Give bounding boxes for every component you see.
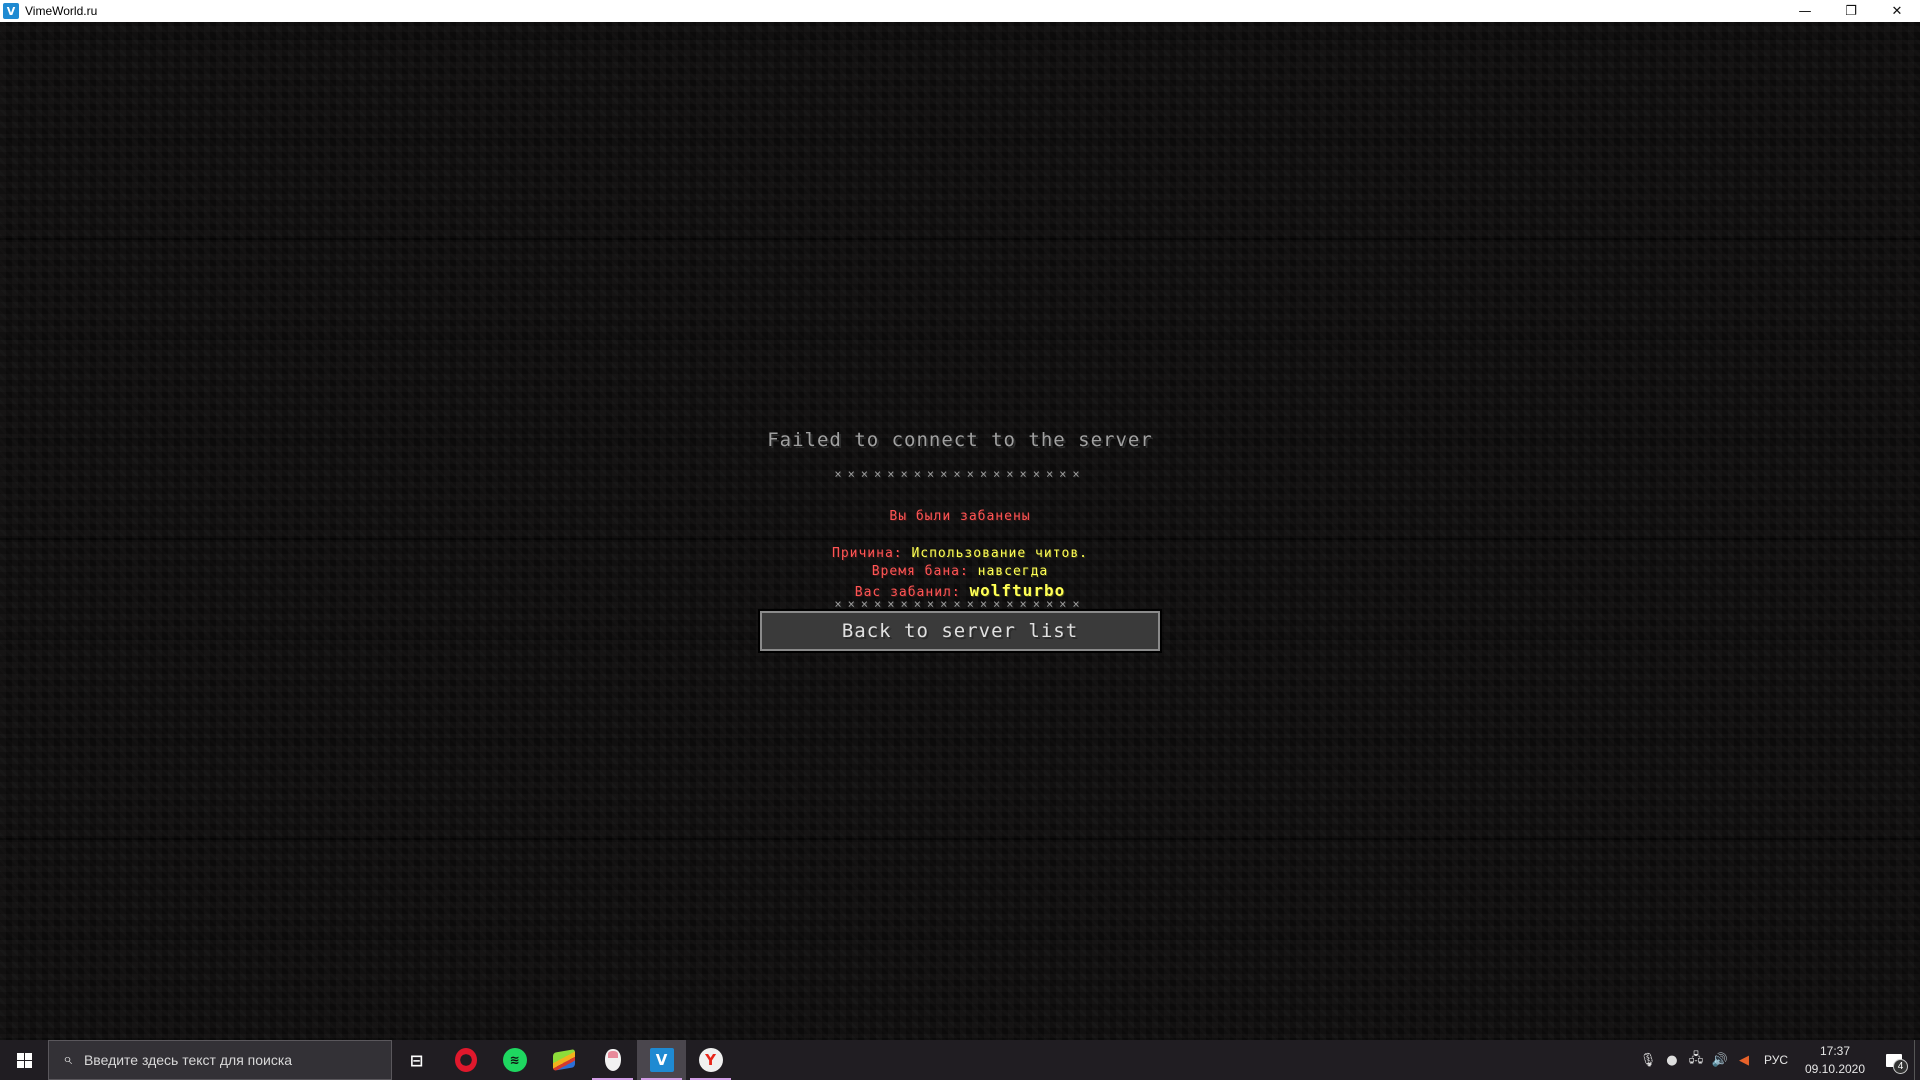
volume-icon[interactable]: 🔊 (1708, 1040, 1732, 1080)
microphone-muted-icon[interactable]: 🎙 (1636, 1040, 1660, 1080)
banned-message: Вы были забанены (889, 509, 1031, 524)
restore-button[interactable]: ❐ (1828, 0, 1874, 22)
input-language[interactable]: РУС (1756, 1053, 1796, 1067)
bluestacks-icon (552, 1049, 575, 1071)
spotify-icon: ≋ (502, 1048, 527, 1072)
speaker-app-icon[interactable]: ◀ (1732, 1040, 1756, 1080)
network-icon[interactable]: 🖧 (1684, 1040, 1708, 1080)
ban-duration-line: Время бана: навсегда (0, 564, 1920, 579)
window-titlebar: V VimeWorld.ru — ❐ ✕ (0, 0, 1920, 22)
vimeworld-app-icon: V (3, 3, 19, 19)
ban-reason-line: Причина: Использование читов. (0, 546, 1920, 561)
taskbar-opera[interactable] (441, 1040, 490, 1080)
ban-duration-label: Время бана: (871, 564, 969, 579)
separator-top: ××××××××××××××××××× (834, 467, 1086, 481)
clock[interactable]: 17:37 09.10.2020 (1796, 1042, 1874, 1078)
taskbar: ⌕ Введите здесь текст для поиска ⊟ ≋ V Y… (0, 1040, 1920, 1080)
action-center-button[interactable]: 4 (1874, 1040, 1914, 1080)
taskbar-search-box[interactable]: ⌕ Введите здесь текст для поиска (48, 1040, 392, 1080)
ban-reason-value: Использование читов. (911, 546, 1088, 561)
game-viewport: Failed to connect to the server ××××××××… (0, 22, 1920, 1040)
yandex-icon: Y (698, 1048, 723, 1072)
mouse-icon (604, 1049, 621, 1071)
ban-reason-label: Причина: (832, 546, 903, 561)
windows-logo-icon (16, 1052, 32, 1068)
mouse-tray-icon[interactable]: ● (1660, 1040, 1684, 1080)
search-placeholder: Введите здесь текст для поиска (83, 1052, 293, 1068)
taskbar-vimeworld[interactable]: V (637, 1040, 686, 1080)
taskbar-task-view[interactable]: ⊟ (392, 1040, 441, 1080)
taskbar-mouse-app[interactable] (588, 1040, 637, 1080)
separator-bottom: ××××××××××××××××××× (834, 597, 1086, 611)
window-title: VimeWorld.ru (25, 4, 98, 18)
system-tray: 🎙 ● 🖧 🔊 ◀ РУС 17:37 09.10.2020 4 (1636, 1040, 1920, 1080)
show-desktop-button[interactable] (1914, 1040, 1920, 1080)
back-to-server-list-button[interactable]: Back to server list (758, 609, 1162, 653)
vimeworld-icon: V (649, 1048, 674, 1072)
start-button[interactable] (0, 1040, 48, 1080)
close-button[interactable]: ✕ (1874, 0, 1920, 22)
minimize-button[interactable]: — (1782, 0, 1828, 22)
clock-time: 17:37 (1819, 1044, 1851, 1058)
search-icon: ⌕ (63, 1051, 72, 1068)
task-view-icon: ⊟ (409, 1050, 424, 1070)
taskbar-bluestacks[interactable] (539, 1040, 588, 1080)
clock-date: 09.10.2020 (1804, 1062, 1866, 1076)
opera-icon (454, 1048, 477, 1072)
taskbar-spotify[interactable]: ≋ (490, 1040, 539, 1080)
disconnect-heading: Failed to connect to the server (767, 429, 1153, 451)
taskbar-yandex-browser[interactable]: Y (686, 1040, 735, 1080)
ban-duration-value: навсегда (977, 564, 1049, 579)
notification-count-badge: 4 (1893, 1059, 1908, 1074)
